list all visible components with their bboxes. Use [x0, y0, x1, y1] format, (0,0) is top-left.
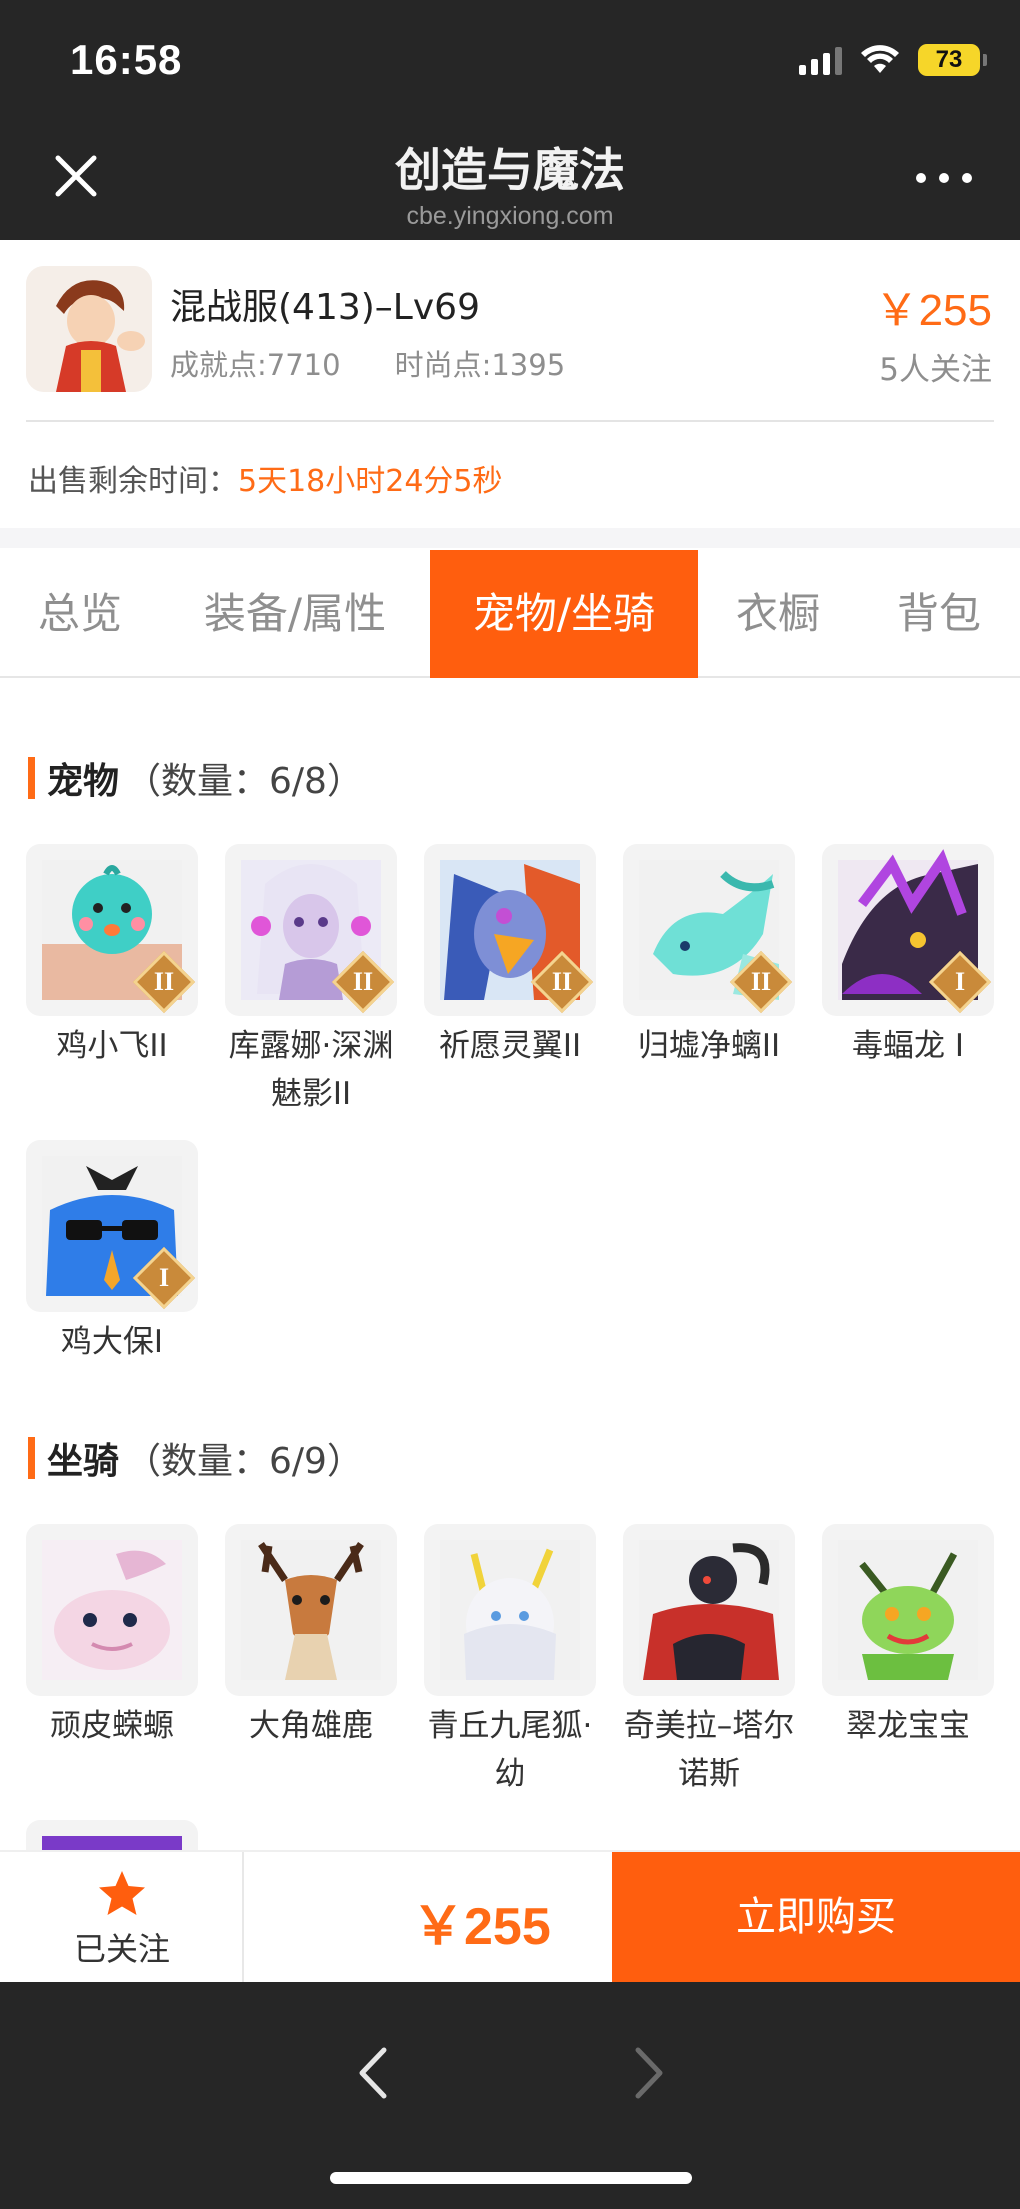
mount-name: 大角雄鹿 — [249, 1708, 373, 1744]
more-options-button[interactable] — [916, 168, 972, 188]
pet-name: 祈愿灵翼II — [438, 1028, 582, 1064]
mount-item-partial[interactable] — [26, 1820, 198, 1850]
status-time: 16:58 — [70, 36, 183, 83]
mount-thumbnail — [26, 1820, 198, 1850]
pet-item[interactable]: II 归墟净螭II — [623, 844, 795, 1070]
page-title-block: 创造与魔法 cbe.yingxiong.com — [0, 134, 1020, 231]
sale-remaining-time: 出售剩余时间：5天18小时24分5秒 — [28, 456, 503, 500]
tab-equipment[interactable]: 装备/属性 — [160, 550, 430, 678]
pets-count: （数量：6/8） — [125, 761, 363, 802]
pet-name: 库露娜·深渊魅影II — [228, 1028, 394, 1112]
divider — [26, 420, 994, 422]
grade-badge-text: I — [954, 967, 966, 996]
chevron-left-icon — [359, 2047, 387, 2099]
grade-badge-text: II — [551, 967, 573, 996]
grade-badge-text: II — [153, 967, 175, 996]
mount-thumbnail — [623, 1524, 795, 1696]
character-stats: 成就点:7710 时尚点:1395 — [170, 342, 565, 384]
mounts-title: 坐骑 — [47, 1441, 120, 1482]
follow-button[interactable]: 已关注 — [0, 1852, 244, 1982]
section-gap — [0, 528, 1020, 548]
mount-item[interactable]: 奇美拉–塔尔诺斯 — [623, 1524, 795, 1798]
character-card: 混战服(413)–Lv69 成就点:7710 时尚点:1395 ￥255 5人关注… — [0, 240, 1020, 530]
sale-time-label: 出售剩余时间： — [28, 464, 238, 499]
character-name: 混战服(413)–Lv69 — [170, 287, 480, 328]
browser-toolbar — [0, 1982, 1020, 2209]
page-title: 创造与魔法 — [395, 143, 625, 197]
grade-badge-text: II — [750, 967, 772, 996]
cellular-signal-icon — [799, 45, 842, 75]
wifi-icon — [861, 45, 899, 73]
mount-name: 翠龙宝宝 — [846, 1708, 970, 1744]
pet-item[interactable]: II 鸡小飞II — [26, 844, 198, 1070]
tab-wardrobe[interactable]: 衣橱 — [698, 550, 858, 678]
pet-thumbnail: II — [623, 844, 795, 1016]
forward-button[interactable] — [618, 2038, 678, 2108]
pets-title: 宠物 — [47, 761, 120, 802]
pet-name: 归墟净螭II — [637, 1028, 781, 1064]
pet-item[interactable]: I 毒蝠龙 I — [822, 844, 994, 1070]
mount-item[interactable]: 青丘九尾狐·幼 — [424, 1524, 596, 1798]
sale-time-value: 5天18小时24分5秒 — [238, 464, 503, 499]
mount-thumbnail — [225, 1524, 397, 1696]
star-icon — [99, 1871, 145, 1915]
pet-item[interactable]: I 鸡大保I — [26, 1140, 198, 1366]
status-icons: 73 — [799, 44, 987, 76]
follow-label: 已关注 — [73, 1930, 170, 1968]
pet-thumbnail: II — [225, 844, 397, 1016]
pet-name: 毒蝠龙 I — [852, 1028, 964, 1064]
page-url: cbe.yingxiong.com — [406, 202, 614, 230]
mount-thumbnail — [822, 1524, 994, 1696]
pet-item[interactable]: II 库露娜·深渊魅影II — [225, 844, 397, 1118]
pet-name: 鸡大保I — [60, 1324, 164, 1360]
bottom-price: ￥255 — [412, 1898, 551, 1956]
achievement-points: 成就点:7710 — [170, 348, 341, 382]
tab-backpack[interactable]: 背包 — [858, 550, 1020, 678]
grade-badge-text: II — [352, 967, 374, 996]
pet-thumbnail: II — [26, 844, 198, 1016]
pet-thumbnail: I — [822, 844, 994, 1016]
more-dot-icon — [962, 173, 972, 183]
back-button[interactable] — [344, 2038, 404, 2108]
mounts-section-title: 坐骑 （数量：6/9） — [28, 1432, 363, 1484]
mount-name: 青丘九尾狐·幼 — [427, 1708, 593, 1792]
fashion-points: 时尚点:1395 — [394, 348, 566, 382]
more-dot-icon — [939, 173, 949, 183]
pets-section-title: 宠物 （数量：6/8） — [28, 752, 363, 804]
chevron-right-icon — [635, 2047, 663, 2099]
home-indicator[interactable] — [330, 2172, 692, 2184]
pet-item[interactable]: II 祈愿灵翼II — [424, 844, 596, 1070]
tab-bar: 总览 装备/属性 宠物/坐骑 衣橱 背包 — [0, 550, 1020, 678]
pet-name: 鸡小飞II — [56, 1028, 168, 1064]
mount-item[interactable]: 大角雄鹿 — [225, 1524, 397, 1750]
pet-thumbnail: I — [26, 1140, 198, 1312]
more-dot-icon — [916, 173, 926, 183]
tab-overview[interactable]: 总览 — [0, 550, 160, 678]
pet-thumbnail: II — [424, 844, 596, 1016]
character-avatar — [26, 266, 152, 392]
battery-indicator: 73 — [918, 44, 987, 76]
mount-name: 奇美拉–塔尔诺斯 — [623, 1708, 795, 1792]
mount-thumbnail — [26, 1524, 198, 1696]
buy-now-button[interactable]: 立即购买 — [612, 1852, 1020, 1982]
listing-price: ￥255 — [874, 286, 992, 335]
grade-badge-text: I — [158, 1263, 170, 1292]
mount-name: 顽皮蝾螈 — [50, 1708, 174, 1744]
follower-count: 5人关注 — [879, 352, 992, 388]
mount-thumbnail — [424, 1524, 596, 1696]
tab-pets-mounts[interactable]: 宠物/坐骑 — [430, 550, 698, 678]
bottom-action-bar: 已关注 ￥255 立即购买 — [0, 1850, 1020, 1982]
top-bar: 16:58 73 创造与魔法 cbe.yingxiong.com — [0, 0, 1020, 240]
mount-item[interactable]: 顽皮蝾螈 — [26, 1524, 198, 1750]
mounts-count: （数量：6/9） — [125, 1441, 363, 1482]
mount-item[interactable]: 翠龙宝宝 — [822, 1524, 994, 1750]
